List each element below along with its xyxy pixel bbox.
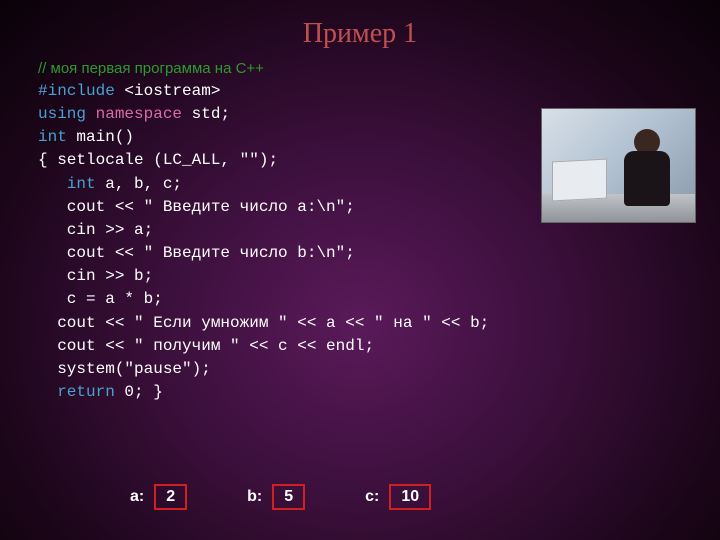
variables-row: a: 2 b: 5 c: 10 bbox=[130, 484, 431, 510]
var-c-value: 10 bbox=[389, 484, 431, 510]
var-b-value: 5 bbox=[272, 484, 305, 510]
code-return: return 0; } bbox=[38, 381, 489, 404]
var-b-label: b: bbox=[247, 488, 262, 506]
var-a-label: a: bbox=[130, 488, 144, 506]
code-cout-mul: cout << " Если умножим " << a << " на " … bbox=[38, 312, 489, 335]
code-pause: system("pause"); bbox=[38, 358, 489, 381]
code-block: // моя первая программа на С++ #include … bbox=[38, 58, 489, 404]
code-cin-a: cin >> a; bbox=[38, 219, 489, 242]
code-cin-b: cin >> b; bbox=[38, 265, 489, 288]
code-using: using namespace std; bbox=[38, 103, 489, 126]
code-cout-b: cout << " Введите число b:\n"; bbox=[38, 242, 489, 265]
code-include: #include <iostream> bbox=[38, 80, 489, 103]
code-main: int main() bbox=[38, 126, 489, 149]
code-decl: int a, b, c; bbox=[38, 173, 489, 196]
code-setlocale: { setlocale (LC_ALL, ""); bbox=[38, 149, 489, 172]
code-comment: // моя первая программа на С++ bbox=[38, 58, 489, 80]
decorative-image bbox=[541, 108, 696, 223]
slide-title: Пример 1 bbox=[0, 0, 720, 50]
code-cout-res: cout << " получим " << c << endl; bbox=[38, 335, 489, 358]
code-cout-a: cout << " Введите число a:\n"; bbox=[38, 196, 489, 219]
var-c-label: c: bbox=[365, 488, 379, 506]
code-calc: c = a * b; bbox=[38, 288, 489, 311]
image-laptop bbox=[552, 159, 607, 202]
var-a-value: 2 bbox=[154, 484, 187, 510]
